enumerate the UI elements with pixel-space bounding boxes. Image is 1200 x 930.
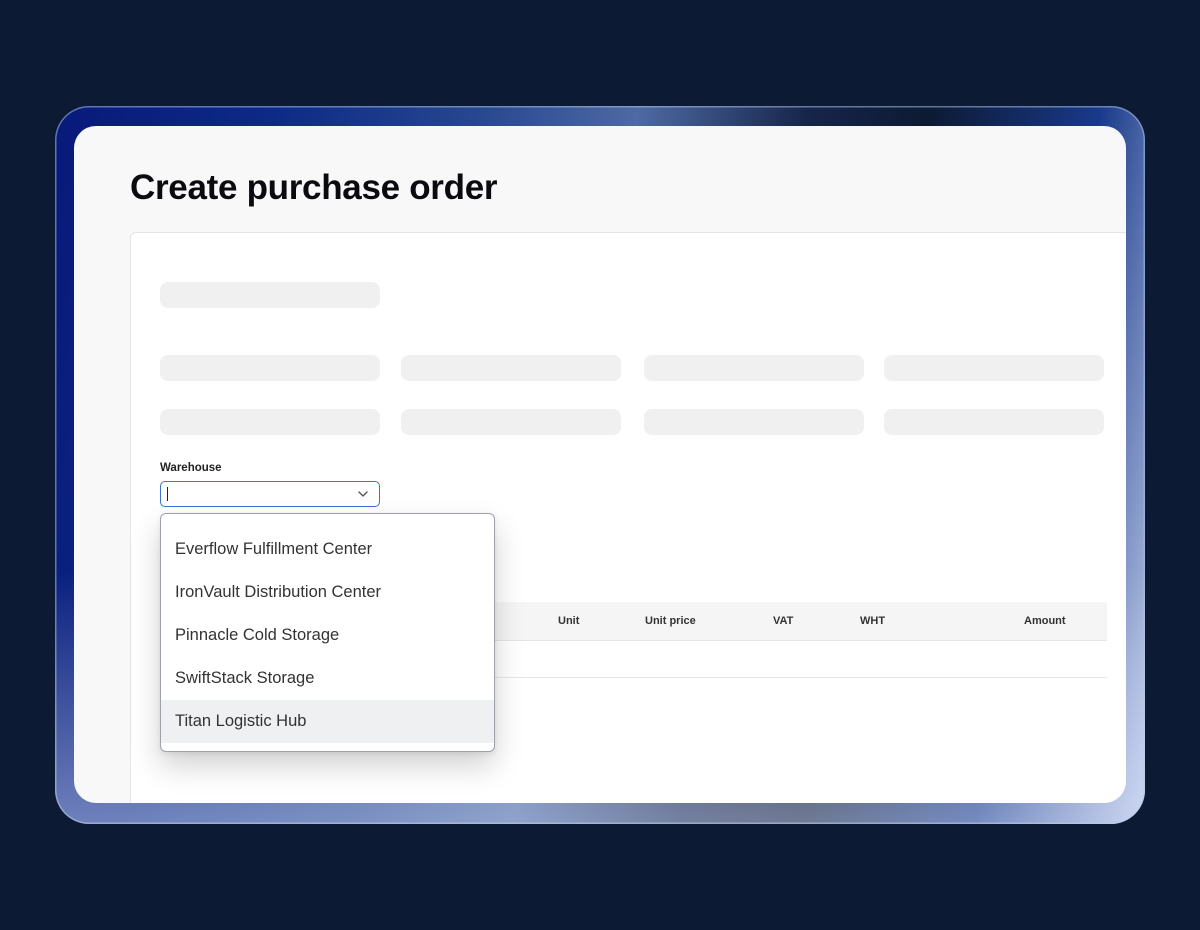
items-table-header: Unit Unit price VAT WHT Amount [495,602,1107,641]
skeleton-field [401,355,621,381]
skeleton-field [644,355,864,381]
app-window: Create purchase order Warehouse Unit Uni… [74,126,1126,803]
column-header-amount: Amount [1024,615,1066,627]
warehouse-option[interactable]: SwiftStack Storage [161,657,494,700]
table-row-divider [495,677,1107,678]
warehouse-option-highlighted[interactable]: Titan Logistic Hub [161,700,494,743]
skeleton-field [884,355,1104,381]
skeleton-field [644,409,864,435]
skeleton-field [401,409,621,435]
warehouse-option[interactable]: Everflow Fulfillment Center [161,528,494,571]
skeleton-title [160,282,380,308]
page-title: Create purchase order [130,168,498,207]
warehouse-select[interactable] [160,481,380,507]
skeleton-field [160,355,380,381]
column-header-unit: Unit [558,615,580,627]
warehouse-option[interactable]: IronVault Distribution Center [161,571,494,614]
warehouse-option[interactable]: Pinnacle Cold Storage [161,614,494,657]
column-header-unit-price: Unit price [645,615,696,627]
text-caret [167,487,168,501]
skeleton-field [160,409,380,435]
skeleton-field [884,409,1104,435]
warehouse-dropdown-menu: Everflow Fulfillment Center IronVault Di… [160,513,495,752]
column-header-vat: VAT [773,615,794,627]
warehouse-label: Warehouse [160,462,222,474]
column-header-wht: WHT [860,615,886,627]
chevron-down-icon[interactable] [357,489,369,499]
